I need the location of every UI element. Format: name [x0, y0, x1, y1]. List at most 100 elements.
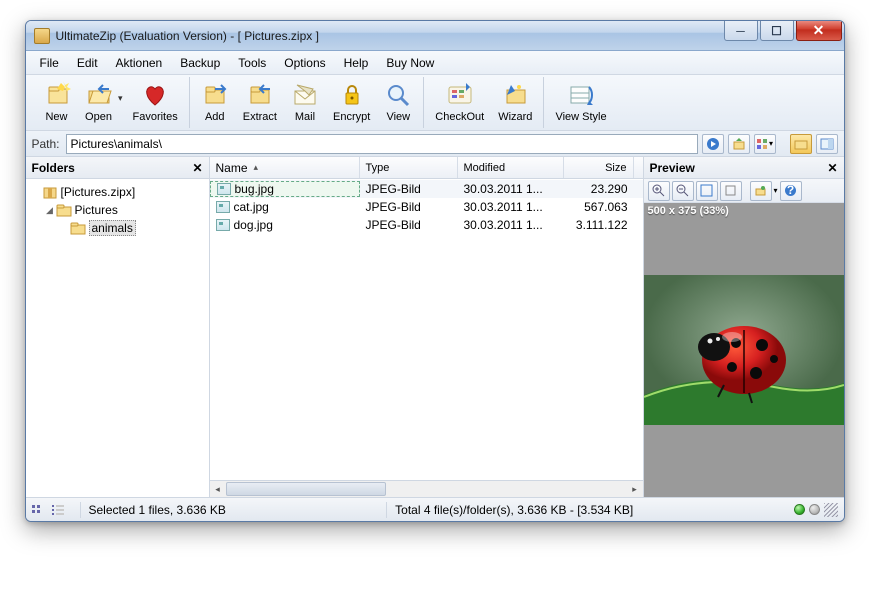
file-name-cell: cat.jpg	[210, 200, 360, 214]
new-label: New	[45, 111, 67, 123]
favorites-button[interactable]: Favorites	[127, 77, 184, 125]
mail-button[interactable]: Mail	[285, 77, 325, 125]
column-name[interactable]: Name ▴	[210, 157, 360, 178]
file-size-cell: 23.290	[564, 182, 634, 196]
favorites-label: Favorites	[133, 111, 178, 123]
image-file-icon	[216, 201, 230, 213]
column-type[interactable]: Type	[360, 157, 458, 178]
folder-tree-button[interactable]	[790, 134, 812, 154]
status-selection: Selected 1 files, 3.636 KB	[89, 503, 226, 517]
view-style-button[interactable]: View Style	[549, 77, 612, 125]
folders-header-label: Folders	[32, 161, 75, 175]
view-label: View	[386, 111, 410, 123]
horizontal-scrollbar[interactable]: ◂ ▸	[210, 480, 643, 497]
file-modified-cell: 30.03.2011 1...	[458, 200, 564, 214]
view-mode-button[interactable]: ▾	[754, 134, 776, 154]
file-row[interactable]: cat.jpgJPEG-Bild30.03.2011 1...567.063	[210, 198, 643, 216]
file-size-cell: 3.111.122	[564, 218, 634, 232]
menu-tools[interactable]: Tools	[230, 53, 274, 73]
led-gray-icon	[809, 504, 820, 515]
menu-aktionen[interactable]: Aktionen	[108, 53, 171, 73]
extract-icon	[246, 81, 274, 109]
resize-grip[interactable]	[824, 503, 838, 517]
toolbar: New ▾ Open Favorites Add	[26, 75, 844, 131]
scroll-thumb[interactable]	[226, 482, 386, 496]
column-size[interactable]: Size	[564, 157, 634, 178]
tree-animals[interactable]: animals	[30, 219, 205, 237]
preview-settings-button[interactable]	[750, 181, 772, 201]
mail-icon	[291, 81, 319, 109]
close-button[interactable]: ✕	[796, 21, 842, 41]
open-dropdown-arrow[interactable]: ▾	[118, 93, 123, 104]
heart-icon	[141, 81, 169, 109]
file-list[interactable]: bug.jpgJPEG-Bild30.03.2011 1...23.290cat…	[210, 179, 643, 480]
lock-icon	[338, 81, 366, 109]
go-button[interactable]	[702, 134, 724, 154]
file-list-pane: Name ▴ Type Modified Size bug.jpgJPEG-Bi…	[210, 157, 644, 497]
menu-file[interactable]: File	[32, 53, 67, 73]
new-button[interactable]: New	[37, 77, 77, 125]
file-row[interactable]: dog.jpgJPEG-Bild30.03.2011 1...3.111.122	[210, 216, 643, 234]
add-button[interactable]: Add	[195, 77, 235, 125]
folders-close-button[interactable]: ✕	[192, 161, 202, 175]
maximize-button[interactable]: ☐	[760, 21, 794, 41]
file-name-cell: dog.jpg	[210, 218, 360, 232]
preview-help-button[interactable]: ?	[780, 181, 802, 201]
menu-help[interactable]: Help	[336, 53, 377, 73]
add-label: Add	[205, 111, 225, 123]
expander-icon[interactable]: ◢	[44, 205, 56, 216]
path-input[interactable]	[66, 134, 698, 154]
preview-close-button[interactable]: ✕	[827, 161, 837, 175]
encrypt-label: Encrypt	[333, 111, 370, 123]
actual-size-button[interactable]	[720, 181, 742, 201]
scroll-left-arrow[interactable]: ◂	[210, 481, 226, 498]
open-label: Open	[85, 111, 112, 123]
menu-edit[interactable]: Edit	[69, 53, 106, 73]
minimize-button[interactable]: ─	[724, 21, 758, 41]
open-icon	[85, 81, 113, 109]
status-leds	[794, 504, 820, 515]
menu-options[interactable]: Options	[276, 53, 333, 73]
up-folder-button[interactable]	[728, 134, 750, 154]
title-bar[interactable]: UltimateZip (Evaluation Version) - [ Pic…	[26, 21, 844, 51]
checkout-label: CheckOut	[435, 111, 484, 123]
status-detail-icon[interactable]	[52, 504, 66, 516]
preview-viewport[interactable]: 500 x 375 (33%)	[644, 203, 844, 497]
view-style-icon	[567, 81, 595, 109]
menu-backup[interactable]: Backup	[172, 53, 228, 73]
mail-label: Mail	[295, 111, 315, 123]
sort-caret-icon: ▴	[254, 162, 259, 173]
column-modified[interactable]: Modified	[458, 157, 564, 178]
zoom-out-button[interactable]	[672, 181, 694, 201]
fit-button[interactable]	[696, 181, 718, 201]
file-name-label: bug.jpg	[235, 182, 274, 196]
tree-animals-label: animals	[89, 220, 136, 236]
tree-pictures[interactable]: ◢ Pictures	[30, 201, 205, 219]
extract-button[interactable]: Extract	[237, 77, 283, 125]
scroll-right-arrow[interactable]: ▸	[627, 481, 643, 498]
zoom-in-button[interactable]	[648, 181, 670, 201]
checkout-icon	[446, 81, 474, 109]
file-row[interactable]: bug.jpgJPEG-Bild30.03.2011 1...23.290	[210, 180, 643, 198]
preview-pane: Preview ✕ ▾ ? 500 x 375 (33%)	[644, 157, 844, 497]
new-icon	[43, 81, 71, 109]
open-button[interactable]: ▾ Open	[79, 77, 125, 125]
path-bar: Path: ▾	[26, 131, 844, 157]
encrypt-button[interactable]: Encrypt	[327, 77, 376, 125]
svg-text:?: ?	[787, 184, 794, 197]
wizard-button[interactable]: Wizard	[492, 77, 538, 125]
checkout-button[interactable]: CheckOut	[429, 77, 490, 125]
tree-pictures-label: Pictures	[75, 203, 118, 217]
magnifier-icon	[384, 81, 412, 109]
status-list-icon[interactable]	[32, 504, 46, 516]
folders-header: Folders ✕	[26, 157, 209, 179]
preview-dimensions: 500 x 375 (33%)	[648, 205, 729, 217]
view-button[interactable]: View	[378, 77, 418, 125]
preview-image	[644, 275, 844, 425]
file-name-cell: bug.jpg	[210, 181, 360, 197]
preview-panel-button[interactable]	[816, 134, 838, 154]
tree-root[interactable]: [Pictures.zipx]	[30, 183, 205, 201]
window-title: UltimateZip (Evaluation Version) - [ Pic…	[56, 29, 722, 43]
menu-buy-now[interactable]: Buy Now	[378, 53, 442, 73]
file-modified-cell: 30.03.2011 1...	[458, 182, 564, 196]
